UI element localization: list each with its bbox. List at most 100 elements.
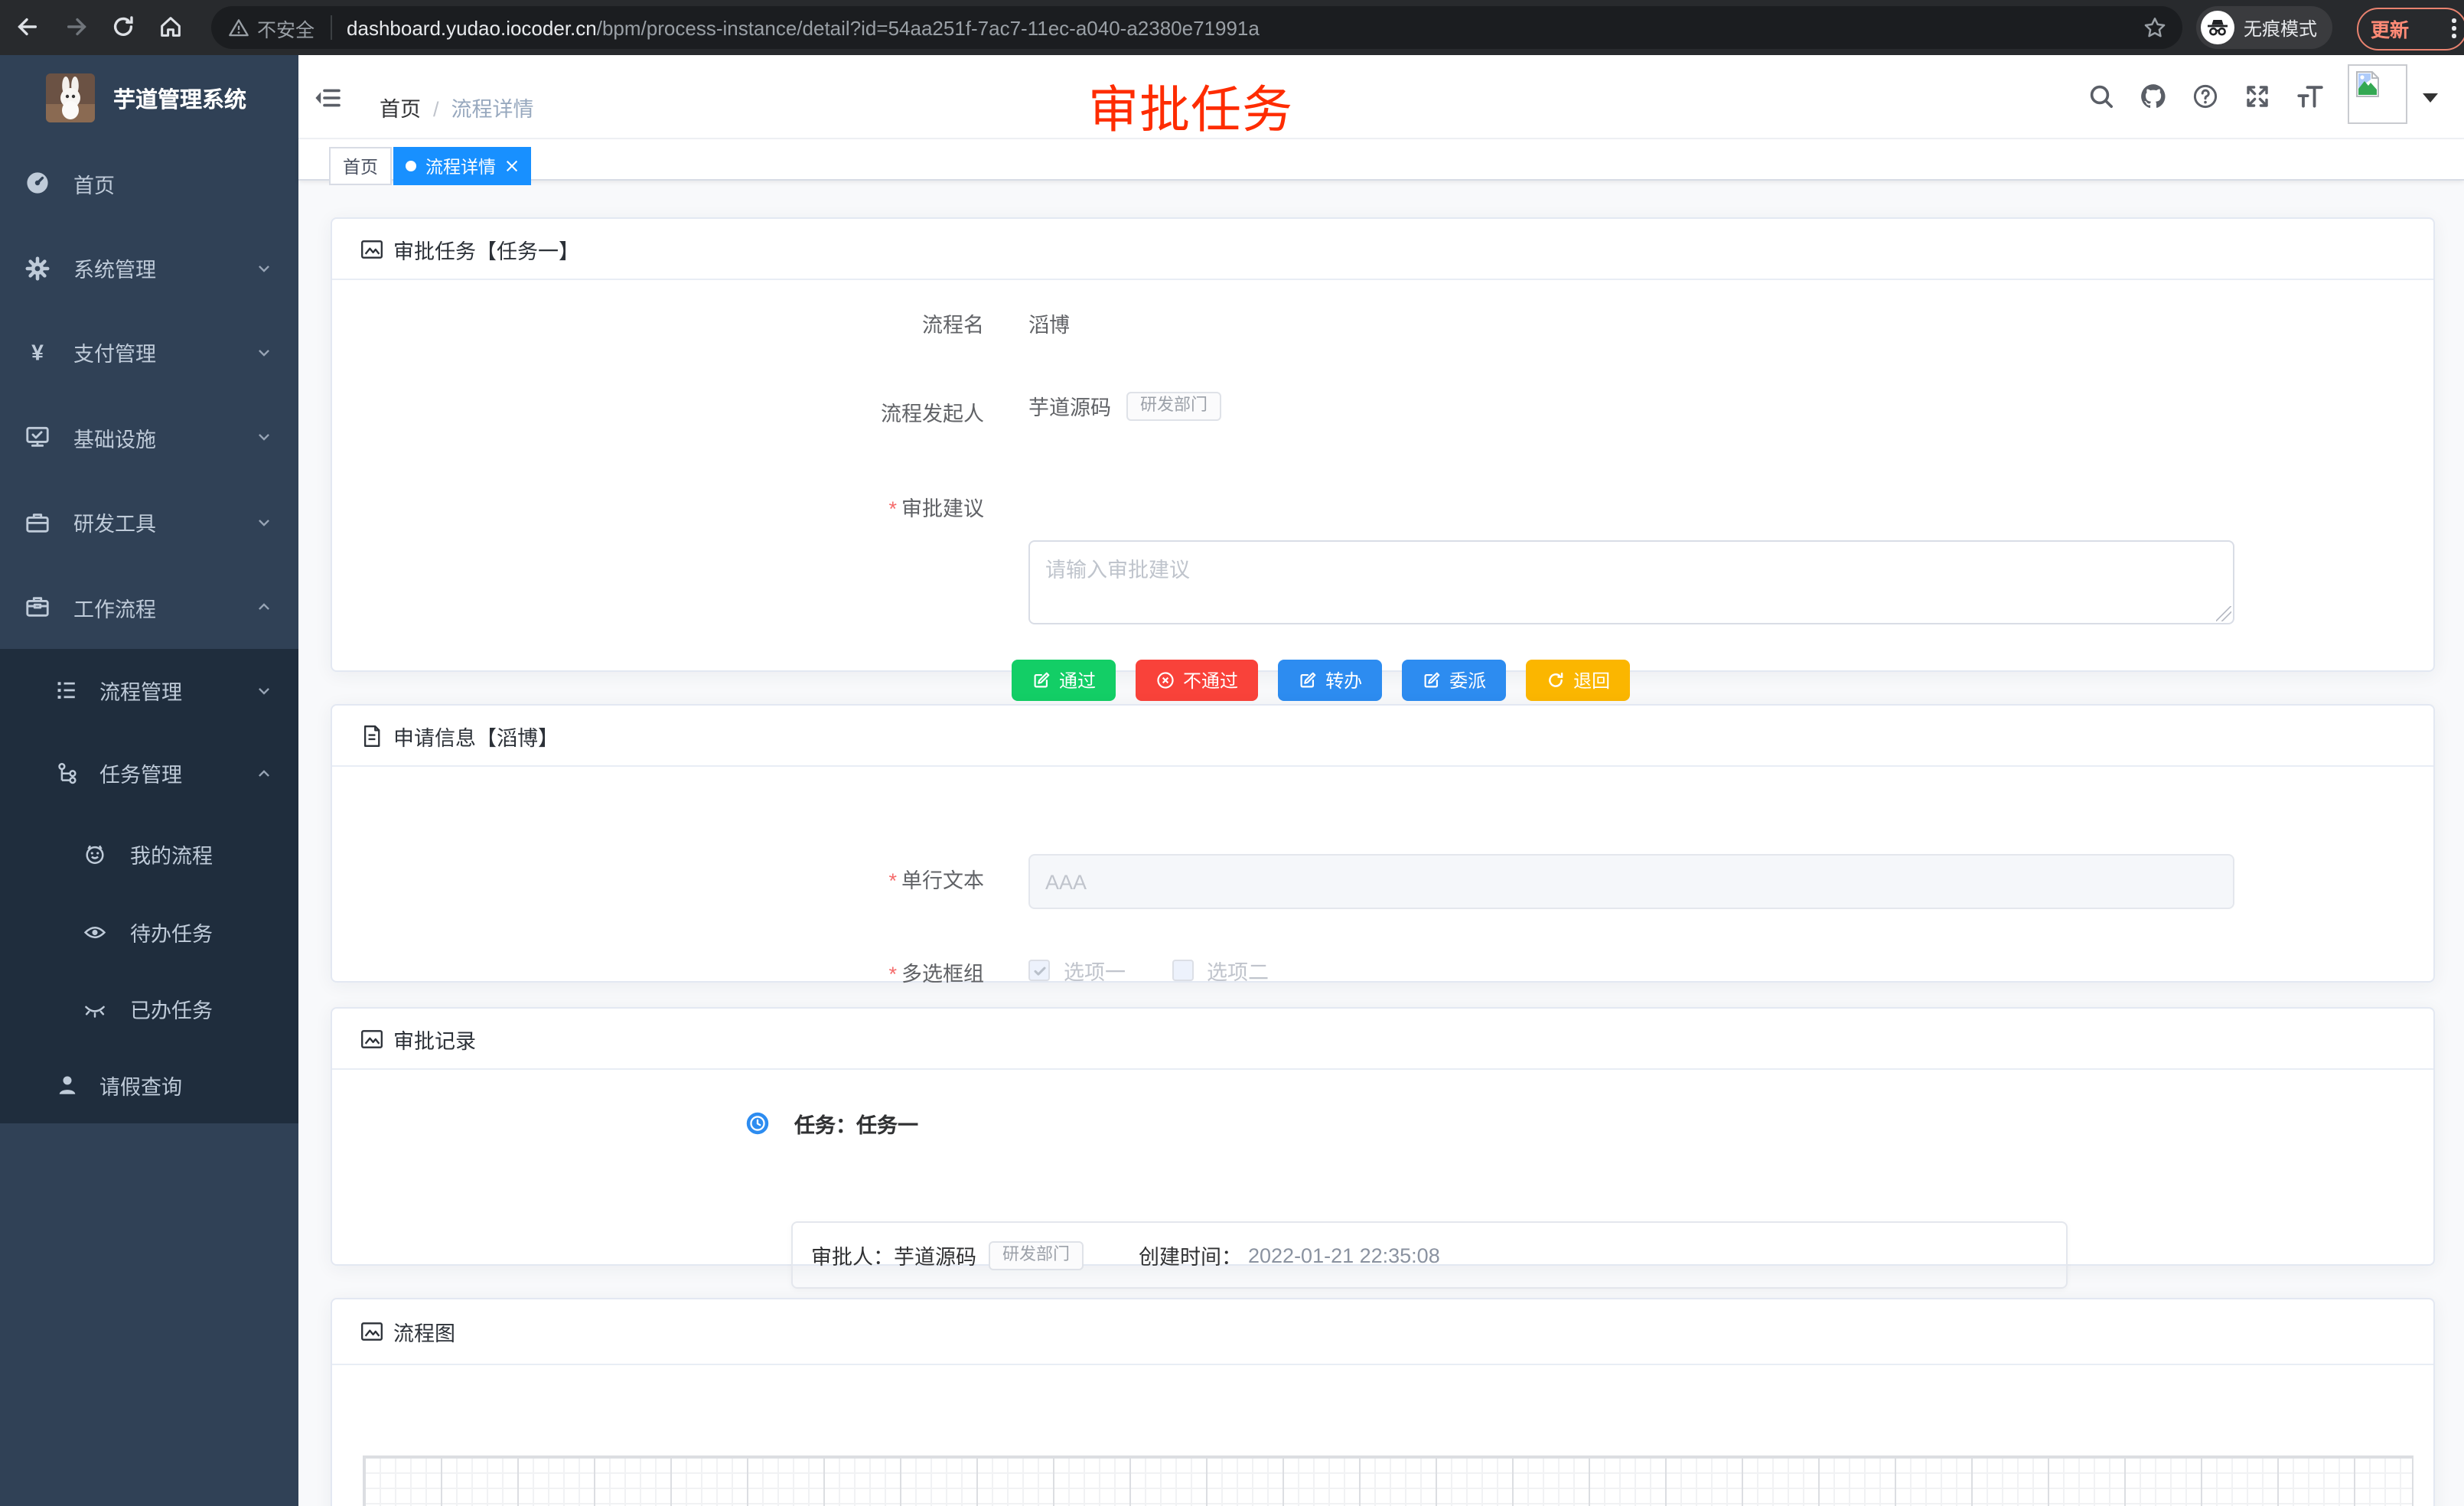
- incognito-label: 无痕模式: [2244, 15, 2317, 41]
- sidebar-item-infrastructure[interactable]: 基础设施: [0, 395, 298, 480]
- refresh-icon: [1546, 670, 1566, 690]
- browser-menu-icon[interactable]: [2453, 19, 2456, 37]
- yen-icon: ¥: [24, 340, 51, 366]
- github-icon[interactable]: [2139, 82, 2168, 111]
- reload-icon[interactable]: [110, 14, 136, 40]
- process-diagram-header: 流程图: [332, 1299, 2433, 1365]
- initiator-label: 流程发起人: [332, 396, 1005, 427]
- url-host: dashboard.yudao.iocoder.cn: [347, 16, 597, 39]
- checkbox-option-2[interactable]: 选项二: [1172, 955, 1269, 986]
- record-detail-card: 审批人：芋道源码 研发部门 创建时间： 2022-01-21 22:35:08: [791, 1221, 2068, 1289]
- return-button[interactable]: 退回: [1526, 660, 1630, 701]
- sidebar-item-payment[interactable]: ¥ 支付管理: [0, 311, 298, 396]
- avatar[interactable]: [2348, 64, 2407, 124]
- chevron-up-icon: [256, 765, 272, 782]
- process-diagram-title: 流程图: [393, 1316, 455, 1347]
- process-diagram-card: 流程图: [331, 1298, 2435, 1506]
- sidebar-logo[interactable]: 芋道管理系统: [0, 55, 298, 141]
- task-title: 任务：任务一: [794, 1108, 918, 1139]
- timeline-item: 任务：任务一: [745, 1108, 918, 1139]
- page: 不安全 dashboard.yudao.iocoder.cn/bpm/proce…: [0, 0, 2464, 1506]
- initiator-value: 芋道源码 研发部门: [1028, 390, 1221, 421]
- home-icon[interactable]: [158, 14, 184, 40]
- delegate-button[interactable]: 委派: [1402, 660, 1506, 701]
- svg-text:¥: ¥: [31, 341, 44, 365]
- fullscreen-icon[interactable]: [2244, 83, 2271, 110]
- smiley-face-icon: [83, 843, 107, 867]
- font-size-icon[interactable]: [2295, 82, 2324, 111]
- sidebar-item-my-process[interactable]: 我的流程: [0, 815, 298, 895]
- person-icon: [55, 1074, 80, 1098]
- chevron-down-icon: [256, 344, 272, 361]
- chevron-down-icon: [256, 514, 272, 531]
- transfer-button[interactable]: 转办: [1278, 660, 1382, 701]
- approver-label: 审批人：: [811, 1240, 894, 1270]
- chevron-down-icon: [256, 429, 272, 446]
- bookmark-star-icon[interactable]: [2143, 15, 2167, 40]
- search-icon[interactable]: [2088, 83, 2115, 110]
- eye-closed-icon: [83, 997, 107, 1022]
- sidebar-item-leave-query[interactable]: 请假查询: [0, 1048, 298, 1124]
- suggestion-label: *审批建议: [332, 491, 1005, 522]
- bpmn-canvas[interactable]: [363, 1455, 2413, 1506]
- suggestion-textarea[interactable]: [1028, 540, 2234, 624]
- sidebar-fold-icon[interactable]: [314, 84, 341, 112]
- approval-record-card: 审批记录 任务：任务一 审批人：芋道源码 研发部门 创建时间： 2022-01-…: [331, 1007, 2435, 1266]
- sidebar-item-task-management[interactable]: 任务管理: [0, 732, 298, 815]
- sidebar-item-process-management[interactable]: 流程管理: [0, 650, 298, 732]
- update-label: 更新: [2371, 14, 2409, 43]
- checkbox-checked-icon: [1028, 960, 1050, 981]
- browser-update-button[interactable]: 更新: [2357, 7, 2464, 50]
- address-bar[interactable]: 不安全 dashboard.yudao.iocoder.cn/bpm/proce…: [211, 6, 2182, 49]
- approval-record-header: 审批记录: [332, 1009, 2433, 1070]
- not-secure-warning-icon: [228, 17, 249, 38]
- app-logo-image: [46, 73, 95, 122]
- application-info-header: 申请信息【滔博】: [332, 706, 2433, 767]
- annotation-text: 审批任务: [1088, 69, 1293, 142]
- sidebar-item-workflow[interactable]: 工作流程: [0, 565, 298, 650]
- dashboard-icon: [24, 170, 51, 196]
- picture-frame-icon: [360, 236, 384, 261]
- help-icon[interactable]: [2192, 83, 2219, 110]
- approve-button[interactable]: 通过: [1012, 660, 1116, 701]
- single-line-text-label: *单行文本: [332, 854, 1005, 909]
- browser-toolbar: 不安全 dashboard.yudao.iocoder.cn/bpm/proce…: [0, 0, 2464, 55]
- toolbox-icon: [24, 594, 51, 620]
- chevron-up-icon: [256, 598, 272, 615]
- initiator-dept-tag: 研发部门: [1126, 391, 1221, 420]
- sidebar-item-dev-tools[interactable]: 研发工具: [0, 480, 298, 565]
- approval-task-title: 审批任务【任务一】: [393, 233, 579, 264]
- edit-icon: [1298, 670, 1318, 690]
- org-chart-icon: [55, 761, 80, 786]
- url-path: /bpm/process-instance/detail?id=54aa251f…: [597, 16, 1260, 39]
- reject-button[interactable]: 不通过: [1136, 660, 1258, 701]
- gear-icon: [24, 255, 51, 281]
- single-line-text-input[interactable]: [1028, 854, 2234, 909]
- sidebar-item-todo-tasks[interactable]: 待办任务: [0, 895, 298, 971]
- chevron-down-icon: [256, 259, 272, 276]
- application-info-title: 申请信息【滔博】: [393, 720, 559, 751]
- approval-record-title: 审批记录: [393, 1023, 476, 1054]
- sidebar-item-system[interactable]: 系统管理: [0, 226, 298, 311]
- avatar-caret-icon[interactable]: [2423, 93, 2438, 103]
- close-icon[interactable]: [505, 159, 519, 173]
- app-title: 芋道管理系统: [113, 82, 246, 114]
- briefcase-icon: [24, 510, 51, 536]
- created-time-label: 创建时间：: [1139, 1240, 1242, 1270]
- tab-home[interactable]: 首页: [329, 147, 392, 185]
- sidebar-item-home[interactable]: 首页: [0, 141, 298, 226]
- checkbox-option-1[interactable]: 选项一: [1028, 955, 1126, 986]
- sidebar-item-done-tasks[interactable]: 已办任务: [0, 971, 298, 1048]
- checkbox-group: 选项一 选项二: [1028, 955, 1315, 986]
- back-icon[interactable]: [14, 14, 40, 40]
- breadcrumb-home[interactable]: 首页: [380, 98, 421, 121]
- approver-dept-tag: 研发部门: [989, 1240, 1084, 1270]
- app-header: 首页/流程详情: [298, 55, 2464, 139]
- incognito-icon: [2201, 11, 2234, 44]
- tab-process-detail[interactable]: 流程详情: [393, 147, 531, 185]
- process-name-value: 滔博: [1028, 308, 1070, 338]
- forward-icon[interactable]: [64, 14, 90, 40]
- approval-task-card: 审批任务【任务一】 流程名 滔博 流程发起人 芋道源码 研发部门 *审批建议 通…: [331, 217, 2435, 672]
- workflow-submenu: 流程管理 任务管理 我的流程: [0, 650, 298, 1124]
- incognito-badge: 无痕模式: [2196, 6, 2332, 49]
